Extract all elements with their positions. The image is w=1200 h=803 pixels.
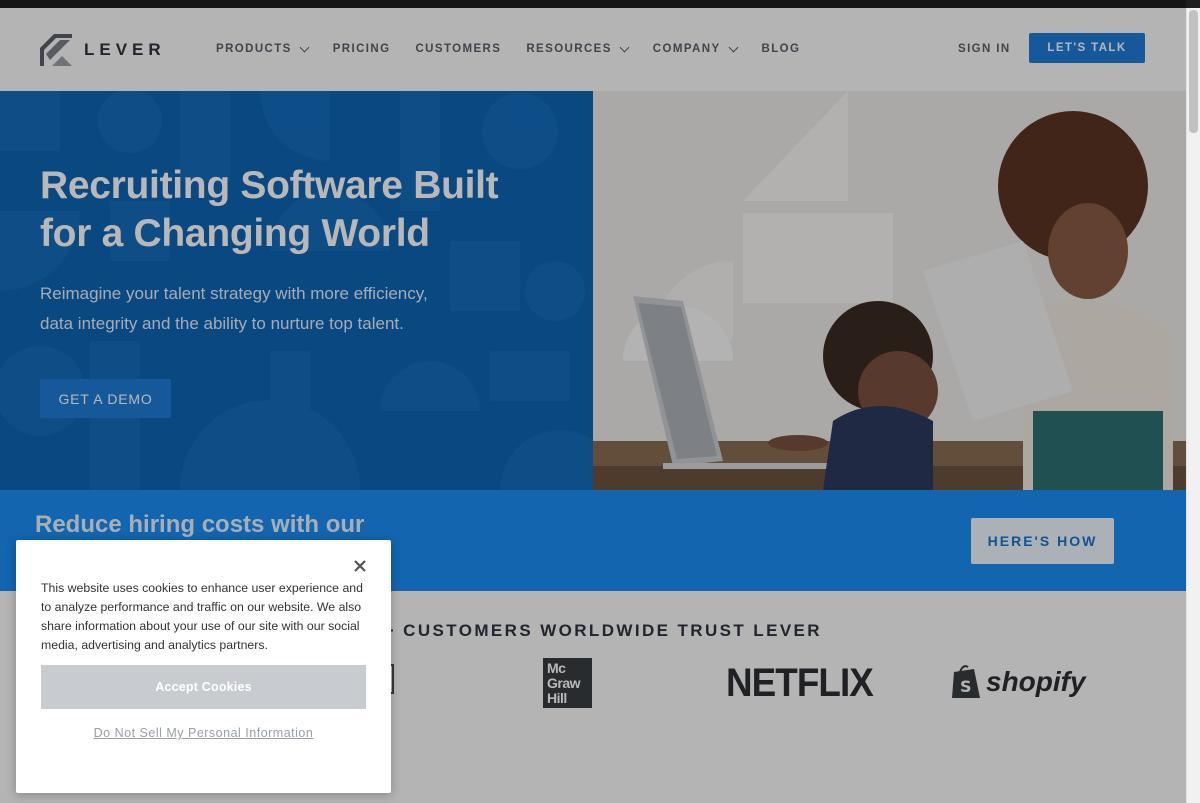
accept-cookies-button[interactable]: Accept Cookies — [41, 665, 366, 709]
cookie-banner: This website uses cookies to enhance use… — [16, 540, 391, 793]
scrollbar[interactable] — [1186, 8, 1200, 803]
cookie-text: This website uses cookies to enhance use… — [41, 581, 363, 652]
close-icon[interactable] — [352, 558, 368, 574]
do-not-sell-link[interactable]: Do Not Sell My Personal Information — [41, 726, 366, 740]
scrollbar-thumb[interactable] — [1189, 10, 1198, 133]
